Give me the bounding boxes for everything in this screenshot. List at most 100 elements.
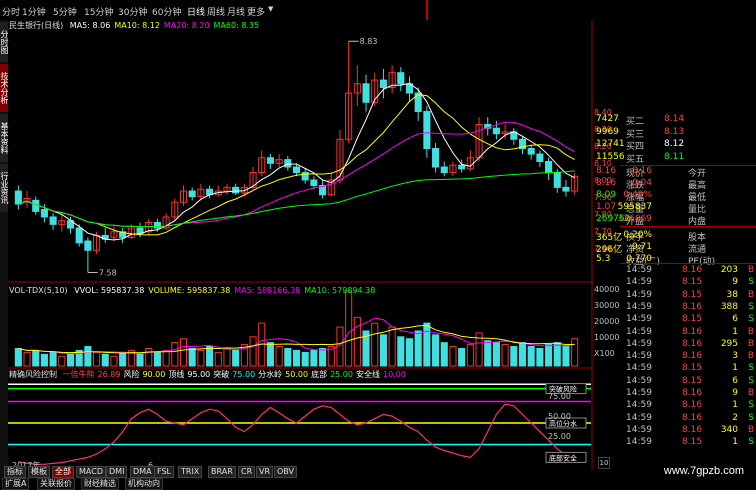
tick-row: 14:59 8.16 1 S — [596, 400, 756, 412]
quote-row: 换手 0.20% 股本 365亿 — [596, 230, 756, 243]
period-tab-30min[interactable]: 30分钟 — [118, 5, 147, 18]
volume-bar — [571, 338, 579, 367]
candle-body — [492, 127, 500, 135]
indicator-tag: 底部安全 — [549, 453, 577, 462]
volume-bar — [188, 347, 196, 367]
volume-bar — [458, 347, 466, 367]
period-tab-1min[interactable]: 1分钟 — [22, 5, 46, 18]
tick-side: S — [748, 375, 754, 386]
indicator-tab-7[interactable]: TRIX — [178, 466, 203, 478]
tick-price: 8.16 — [682, 265, 703, 275]
volume-bar — [292, 349, 301, 367]
volume-bar — [518, 342, 527, 367]
indicator-label: 底部 — [311, 370, 328, 379]
left-tab-intraday[interactable]: 分时图 — [0, 22, 9, 62]
period-tab-daily[interactable]: 日线 — [187, 5, 205, 18]
indicator-tab-6[interactable]: FSL — [154, 466, 174, 478]
candle-body — [284, 159, 292, 168]
quote-panel: 买二 8.14 7427 买三 8.13 9969 买四 8.12 12741 买五 8.11 115… — [596, 108, 756, 468]
indicator-tab-0[interactable]: 指标 — [4, 466, 26, 478]
volume-bar — [14, 347, 22, 367]
tick-volume: 1 — [732, 400, 738, 411]
chart-area[interactable]: 8.83 7.58 2017年6突破风险高位分水底部安全 — [8, 20, 593, 470]
indicator-tab-5[interactable]: DMA — [130, 466, 155, 478]
tick-row: 14:59 8.16 1 B — [596, 327, 756, 339]
tick-price: 8.15 — [682, 363, 703, 374]
volume-bar — [136, 353, 144, 367]
indicator-label: 顶线 — [168, 370, 185, 379]
tick-row: 14:59 8.15 6 S — [596, 314, 756, 326]
ma-label: MA20: 8.20 — [163, 21, 210, 30]
tick-price: 8.15 — [682, 437, 703, 448]
period-tab-15min[interactable]: 15分钟 — [84, 5, 113, 18]
tick-volume: 3 — [732, 351, 738, 362]
tick-side: B — [747, 338, 754, 349]
left-tab-technical[interactable]: 技术分析 — [0, 64, 9, 112]
indicator-tab-3[interactable]: MACD — [76, 466, 106, 478]
volume-bar — [197, 349, 205, 367]
indicator-label: 安全线 — [355, 370, 380, 379]
indicator-tab-9[interactable]: CR — [238, 466, 256, 478]
tick-time: 14:59 — [626, 301, 652, 312]
sub-tab-1[interactable]: 关联报价 — [37, 478, 75, 490]
sub-tab-0[interactable]: 扩展A — [2, 478, 30, 490]
indicator-tab-11[interactable]: OBV — [274, 466, 298, 478]
tick-volume: 388 — [720, 301, 738, 312]
indicator-tab-8[interactable]: BRAR — [208, 466, 236, 478]
tick-price: 8.15 — [682, 277, 703, 288]
ma-label: MA60: 8.35 — [213, 21, 260, 30]
quote-row: 涨幅 0.49% 最低 8.09 — [596, 190, 756, 203]
tick-side: S — [748, 314, 754, 325]
candle-body — [440, 166, 448, 174]
period-tab-weekly[interactable]: 周线 — [207, 5, 225, 18]
more-dropdown-icon[interactable]: ▼ — [268, 5, 273, 13]
scroll-index-box[interactable]: 10 — [598, 457, 610, 469]
left-tab-fundamentals[interactable]: 基本资料 — [0, 114, 9, 162]
period-tab-60min[interactable]: 60分钟 — [152, 5, 181, 18]
tick-price: 8.16 — [682, 400, 703, 411]
quote-value: 0.04 — [631, 178, 652, 188]
candle-body — [423, 111, 431, 150]
moving-average-lines — [18, 82, 575, 241]
bid-volume: 11556 — [596, 151, 625, 162]
indicator-tab-4[interactable]: DMI — [106, 466, 128, 478]
volume-bar — [379, 334, 387, 367]
indicator-label: 分水岭 — [258, 370, 283, 379]
sub-tab-3[interactable]: 机构动向 — [125, 478, 163, 490]
left-tab-strip: 分时图 技术分析 基本资料 行业资讯 — [0, 20, 9, 480]
period-tab-intraday[interactable]: 分时 — [2, 5, 20, 18]
volume-bar — [110, 355, 118, 367]
quote-value: 595837 — [617, 202, 652, 212]
quote-value: 0.49% — [623, 190, 652, 200]
period-tab-more[interactable]: 更多 — [247, 5, 265, 18]
tick-time: 14:59 — [626, 375, 652, 386]
volume-bar — [553, 342, 561, 367]
volume-bar — [232, 349, 240, 367]
tick-price: 8.16 — [682, 424, 703, 435]
bid-price: 8.13 — [664, 126, 685, 137]
volume-title: VOL-TDX(5,10) — [9, 286, 68, 295]
tick-price: 8.15 — [682, 375, 703, 386]
sub-tab-2[interactable]: 财经精选 — [81, 478, 119, 490]
tick-side: S — [748, 412, 754, 423]
tick-volume: 295 — [720, 338, 738, 349]
volume-bar — [510, 346, 518, 367]
ma-legend: MA5: 8.06 MA10: 8.12 MA20: 8.20 MA60: 8.35 — [66, 21, 259, 30]
indicator-tab-2[interactable]: 全部 — [52, 466, 74, 478]
indicator-tab-1[interactable]: 模板 — [28, 466, 50, 478]
volume-bar — [545, 344, 553, 367]
tick-volume: 2 — [732, 412, 738, 423]
left-tab-news[interactable]: 行业资讯 — [0, 164, 9, 212]
volume-bar — [179, 338, 188, 367]
tick-row: 14:59 8.16 3 B — [596, 351, 756, 363]
tick-time: 14:59 — [626, 351, 652, 362]
panel-divider — [426, 0, 428, 20]
volume-bar — [397, 336, 405, 367]
candle-body — [266, 157, 274, 164]
tick-time: 14:59 — [626, 326, 652, 337]
period-tab-5min[interactable]: 5分钟 — [53, 5, 77, 18]
period-tab-monthly[interactable]: 月线 — [227, 5, 245, 18]
tick-side: S — [748, 301, 754, 312]
indicator-tab-10[interactable]: VR — [256, 466, 274, 478]
quote-row: 总量 595837 量比 1.07 — [596, 202, 756, 215]
